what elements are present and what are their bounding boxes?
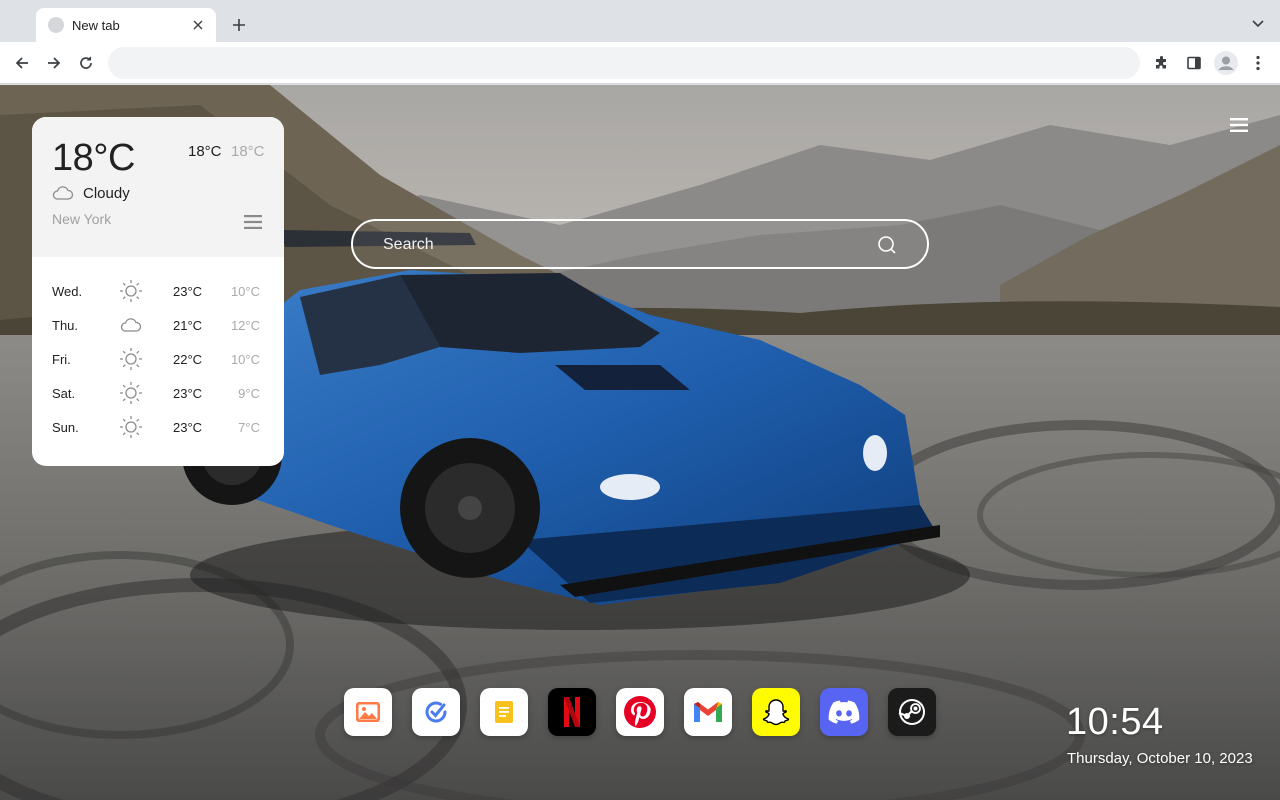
netflix-icon[interactable] — [548, 688, 596, 736]
forecast-high: 23°C — [173, 386, 203, 401]
steam-icon[interactable] — [888, 688, 936, 736]
new-tab-page: 18°C 18°C 18°C Cloudy New York Wed. 23°C… — [0, 85, 1280, 800]
side-panel-icon[interactable] — [1183, 52, 1205, 74]
forecast-low: 10°C — [230, 352, 260, 367]
more-menu-icon[interactable] — [1247, 52, 1269, 74]
forecast-row: Sun. 23°C 7°C — [32, 410, 284, 444]
discord-icon[interactable] — [820, 688, 868, 736]
snapchat-icon[interactable] — [752, 688, 800, 736]
forecast-low: 12°C — [230, 318, 260, 333]
forecast-high: 23°C — [173, 420, 203, 435]
notes-app-icon[interactable] — [480, 688, 528, 736]
forecast-low: 9°C — [238, 386, 260, 401]
clock-time: 10:54 — [1066, 701, 1164, 743]
tab-close-icon[interactable] — [190, 17, 206, 33]
forecast-high: 22°C — [173, 352, 203, 367]
browser-toolbar — [0, 42, 1280, 84]
weather-current: 18°C 18°C 18°C Cloudy New York — [32, 117, 284, 257]
current-temperature: 18°C — [52, 137, 135, 179]
tab-title: New tab — [72, 17, 120, 33]
search-input[interactable] — [383, 233, 863, 257]
today-low: 18°C — [231, 143, 265, 160]
tab-search-chevron-icon[interactable] — [1248, 14, 1268, 34]
weather-city[interactable]: New York — [52, 211, 111, 227]
sun-icon — [120, 382, 142, 404]
forecast-row: Wed. 23°C 10°C — [32, 274, 284, 308]
weather-menu-icon[interactable] — [243, 214, 263, 230]
weather-widget: 18°C 18°C 18°C Cloudy New York Wed. 23°C… — [32, 117, 284, 466]
back-icon[interactable] — [11, 52, 33, 74]
tab-new-tab[interactable]: New tab — [36, 8, 216, 42]
sun-icon — [120, 416, 142, 438]
forecast-high: 21°C — [173, 318, 203, 333]
forecast-day: Wed. — [52, 284, 83, 299]
forecast-row: Thu. 21°C 12°C — [32, 308, 284, 342]
profile-icon[interactable] — [1213, 50, 1239, 76]
new-tab-plus-icon[interactable] — [228, 14, 250, 36]
forecast-low: 10°C — [230, 284, 260, 299]
forecast-low: 7°C — [238, 420, 260, 435]
reload-icon[interactable] — [75, 52, 97, 74]
photos-app-icon[interactable] — [344, 688, 392, 736]
extensions-icon[interactable] — [1151, 52, 1173, 74]
clock-date: Thursday, October 10, 2023 — [1067, 750, 1253, 767]
gmail-icon[interactable] — [684, 688, 732, 736]
cloud-icon — [52, 186, 74, 200]
pinterest-icon[interactable] — [616, 688, 664, 736]
today-high: 18°C — [188, 143, 222, 160]
weather-condition: Cloudy — [83, 185, 130, 202]
page-menu-icon[interactable] — [1229, 116, 1249, 134]
search-box — [351, 219, 929, 269]
forecast-day: Thu. — [52, 318, 79, 333]
sun-icon — [120, 348, 142, 370]
forecast-day: Sat. — [52, 386, 76, 401]
forecast-day: Fri. — [52, 352, 71, 367]
forecast-high: 23°C — [173, 284, 203, 299]
forecast-list: Wed. 23°C 10°C Thu. 21°C 12°C Fri. 22°C … — [32, 274, 284, 444]
tab-strip: New tab — [0, 0, 1280, 42]
tab-favicon-icon — [48, 17, 64, 33]
forward-icon[interactable] — [43, 52, 65, 74]
forecast-row: Sat. 23°C 9°C — [32, 376, 284, 410]
search-icon[interactable] — [877, 235, 897, 255]
forecast-day: Sun. — [52, 420, 79, 435]
forecast-row: Fri. 22°C 10°C — [32, 342, 284, 376]
cloud-icon — [120, 318, 142, 332]
sun-icon — [120, 280, 142, 302]
tasks-app-icon[interactable] — [412, 688, 460, 736]
address-bar[interactable] — [108, 47, 1140, 79]
